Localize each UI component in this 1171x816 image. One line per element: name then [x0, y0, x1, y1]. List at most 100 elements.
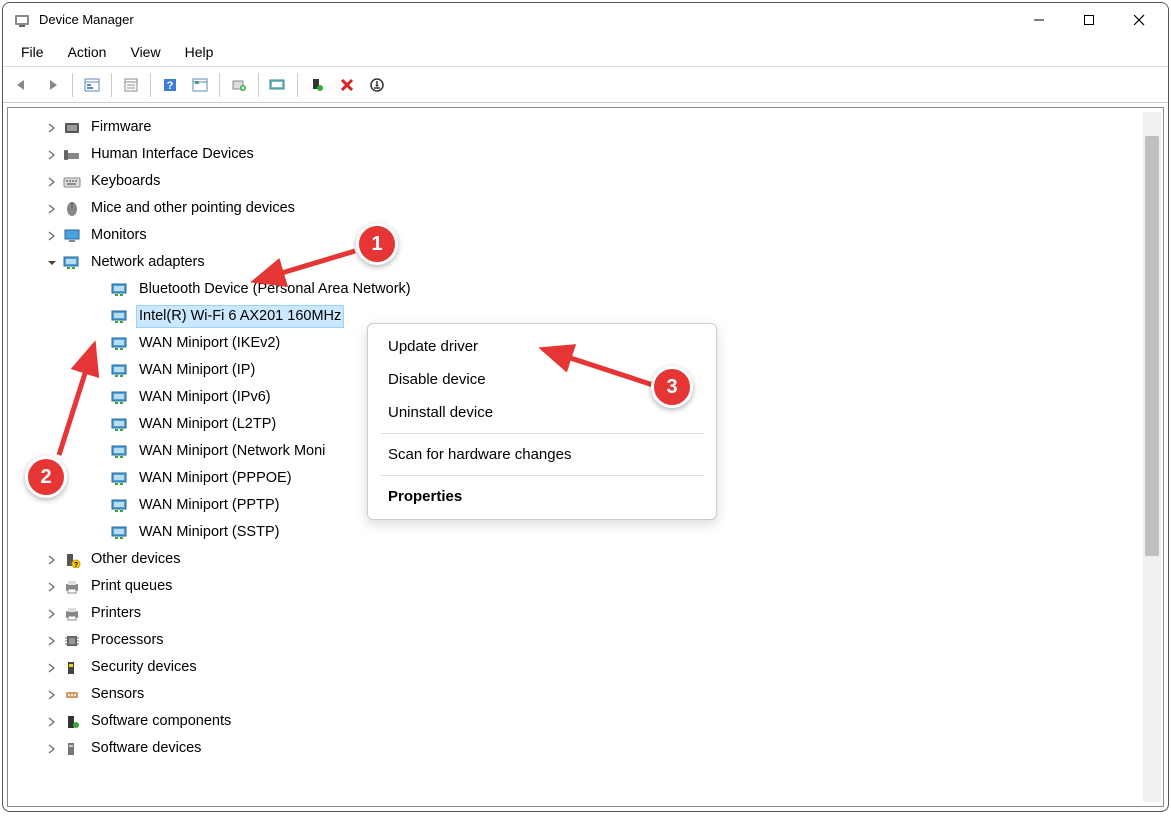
titlebar: Device Manager — [3, 3, 1168, 37]
scrollbar-thumb[interactable] — [1145, 136, 1159, 556]
tree-item[interactable]: Firmware — [12, 114, 1159, 141]
uninstall-device-button[interactable] — [333, 71, 361, 99]
tree-item[interactable]: Mice and other pointing devices — [12, 195, 1159, 222]
window-controls — [1014, 3, 1164, 37]
expander-closed-icon[interactable] — [44, 687, 60, 703]
update-driver-button[interactable] — [225, 71, 253, 99]
expander-closed-icon[interactable] — [44, 174, 60, 190]
toolbar-separator — [111, 73, 112, 97]
expander-closed-icon[interactable] — [44, 579, 60, 595]
printer-icon — [62, 605, 82, 623]
menu-file[interactable]: File — [11, 40, 54, 64]
network-icon — [110, 362, 130, 380]
mouse-icon — [62, 200, 82, 218]
network-icon — [110, 308, 130, 326]
expander-closed-icon[interactable] — [44, 633, 60, 649]
context-menu-item[interactable]: Properties — [368, 480, 716, 513]
printer-icon — [62, 578, 82, 596]
other-icon: ? — [62, 551, 82, 569]
security-icon — [62, 659, 82, 677]
tree-item[interactable]: Sensors — [12, 681, 1159, 708]
menu-view[interactable]: View — [120, 40, 170, 64]
expander-closed-icon[interactable] — [44, 201, 60, 217]
tree-item[interactable]: Print queues — [12, 573, 1159, 600]
annotation-badge-3: 3 — [651, 366, 693, 408]
expander-closed-icon[interactable] — [44, 120, 60, 136]
expander-none — [92, 525, 108, 541]
tree-item-label: WAN Miniport (Network Moni — [136, 440, 328, 462]
minimize-button[interactable] — [1014, 3, 1064, 37]
back-button[interactable] — [9, 71, 37, 99]
tree-item[interactable]: Software devices — [12, 735, 1159, 762]
annotation-arrow-1 — [245, 241, 365, 291]
properties-button[interactable] — [117, 71, 145, 99]
toolbar-separator — [150, 73, 151, 97]
network-icon — [110, 416, 130, 434]
tree-item[interactable]: Security devices — [12, 654, 1159, 681]
processor-icon — [62, 632, 82, 650]
tree-item[interactable]: ?Other devices — [12, 546, 1159, 573]
expander-closed-icon[interactable] — [44, 714, 60, 730]
svg-text:?: ? — [167, 80, 174, 92]
network-icon — [62, 254, 82, 272]
tree-item-label: WAN Miniport (IKEv2) — [136, 332, 283, 354]
menu-action[interactable]: Action — [58, 40, 117, 64]
monitor-icon — [62, 227, 82, 245]
tree-item[interactable]: Processors — [12, 627, 1159, 654]
expander-none — [92, 309, 108, 325]
expander-closed-icon[interactable] — [44, 741, 60, 757]
expander-closed-icon[interactable] — [44, 228, 60, 244]
annotation-arrow-2 — [49, 335, 109, 465]
enable-device-button[interactable] — [303, 71, 331, 99]
annotation-badge-1: 1 — [356, 223, 398, 265]
tree-item-label: Printers — [88, 602, 144, 624]
show-hide-tree-button[interactable] — [78, 71, 106, 99]
network-icon — [110, 443, 130, 461]
network-icon — [110, 389, 130, 407]
context-menu-item[interactable]: Scan for hardware changes — [368, 438, 716, 471]
menubar: File Action View Help — [3, 37, 1168, 67]
expander-closed-icon[interactable] — [44, 606, 60, 622]
tree-item-label: Processors — [88, 629, 167, 651]
tree-item-label: WAN Miniport (PPPOE) — [136, 467, 295, 489]
tree-item[interactable]: Human Interface Devices — [12, 141, 1159, 168]
close-button[interactable] — [1114, 3, 1164, 37]
help-button[interactable]: ? — [156, 71, 184, 99]
menu-help[interactable]: Help — [175, 40, 224, 64]
network-icon — [110, 470, 130, 488]
software-icon — [62, 713, 82, 731]
expander-closed-icon[interactable] — [44, 147, 60, 163]
action-button[interactable] — [186, 71, 214, 99]
sensor-icon — [62, 686, 82, 704]
firmware-icon — [62, 119, 82, 137]
expander-none — [92, 282, 108, 298]
tree-item[interactable]: Network adapters — [12, 249, 1159, 276]
tree-item[interactable]: Bluetooth Device (Personal Area Network) — [12, 276, 1159, 303]
device-manager-window: Device Manager File Action View Help ? — [2, 2, 1169, 812]
toolbar: ? — [3, 67, 1168, 103]
tree-item[interactable]: Software components — [12, 708, 1159, 735]
scan-hardware-button[interactable] — [264, 71, 292, 99]
software-dev-icon — [62, 740, 82, 758]
maximize-button[interactable] — [1064, 3, 1114, 37]
keyboard-icon — [62, 173, 82, 191]
context-menu-separator — [380, 433, 704, 434]
tree-item[interactable]: Keyboards — [12, 168, 1159, 195]
disable-device-button[interactable] — [363, 71, 391, 99]
expander-closed-icon[interactable] — [44, 552, 60, 568]
forward-button[interactable] — [39, 71, 67, 99]
tree-item-label: Print queues — [88, 575, 175, 597]
tree-item[interactable]: Printers — [12, 600, 1159, 627]
tree-item[interactable]: Monitors — [12, 222, 1159, 249]
expander-open-icon[interactable] — [44, 255, 60, 271]
tree-item[interactable]: WAN Miniport (SSTP) — [12, 519, 1159, 546]
expander-none — [92, 471, 108, 487]
network-icon — [110, 335, 130, 353]
window-title: Device Manager — [39, 12, 1014, 27]
tree-item-label: WAN Miniport (L2TP) — [136, 413, 279, 435]
expander-closed-icon[interactable] — [44, 660, 60, 676]
tree-item-label: Software components — [88, 710, 234, 732]
tree-item-label: WAN Miniport (SSTP) — [136, 521, 282, 543]
tree-item-label: Intel(R) Wi-Fi 6 AX201 160MHz — [136, 305, 344, 327]
scrollbar-vertical[interactable] — [1143, 112, 1161, 802]
